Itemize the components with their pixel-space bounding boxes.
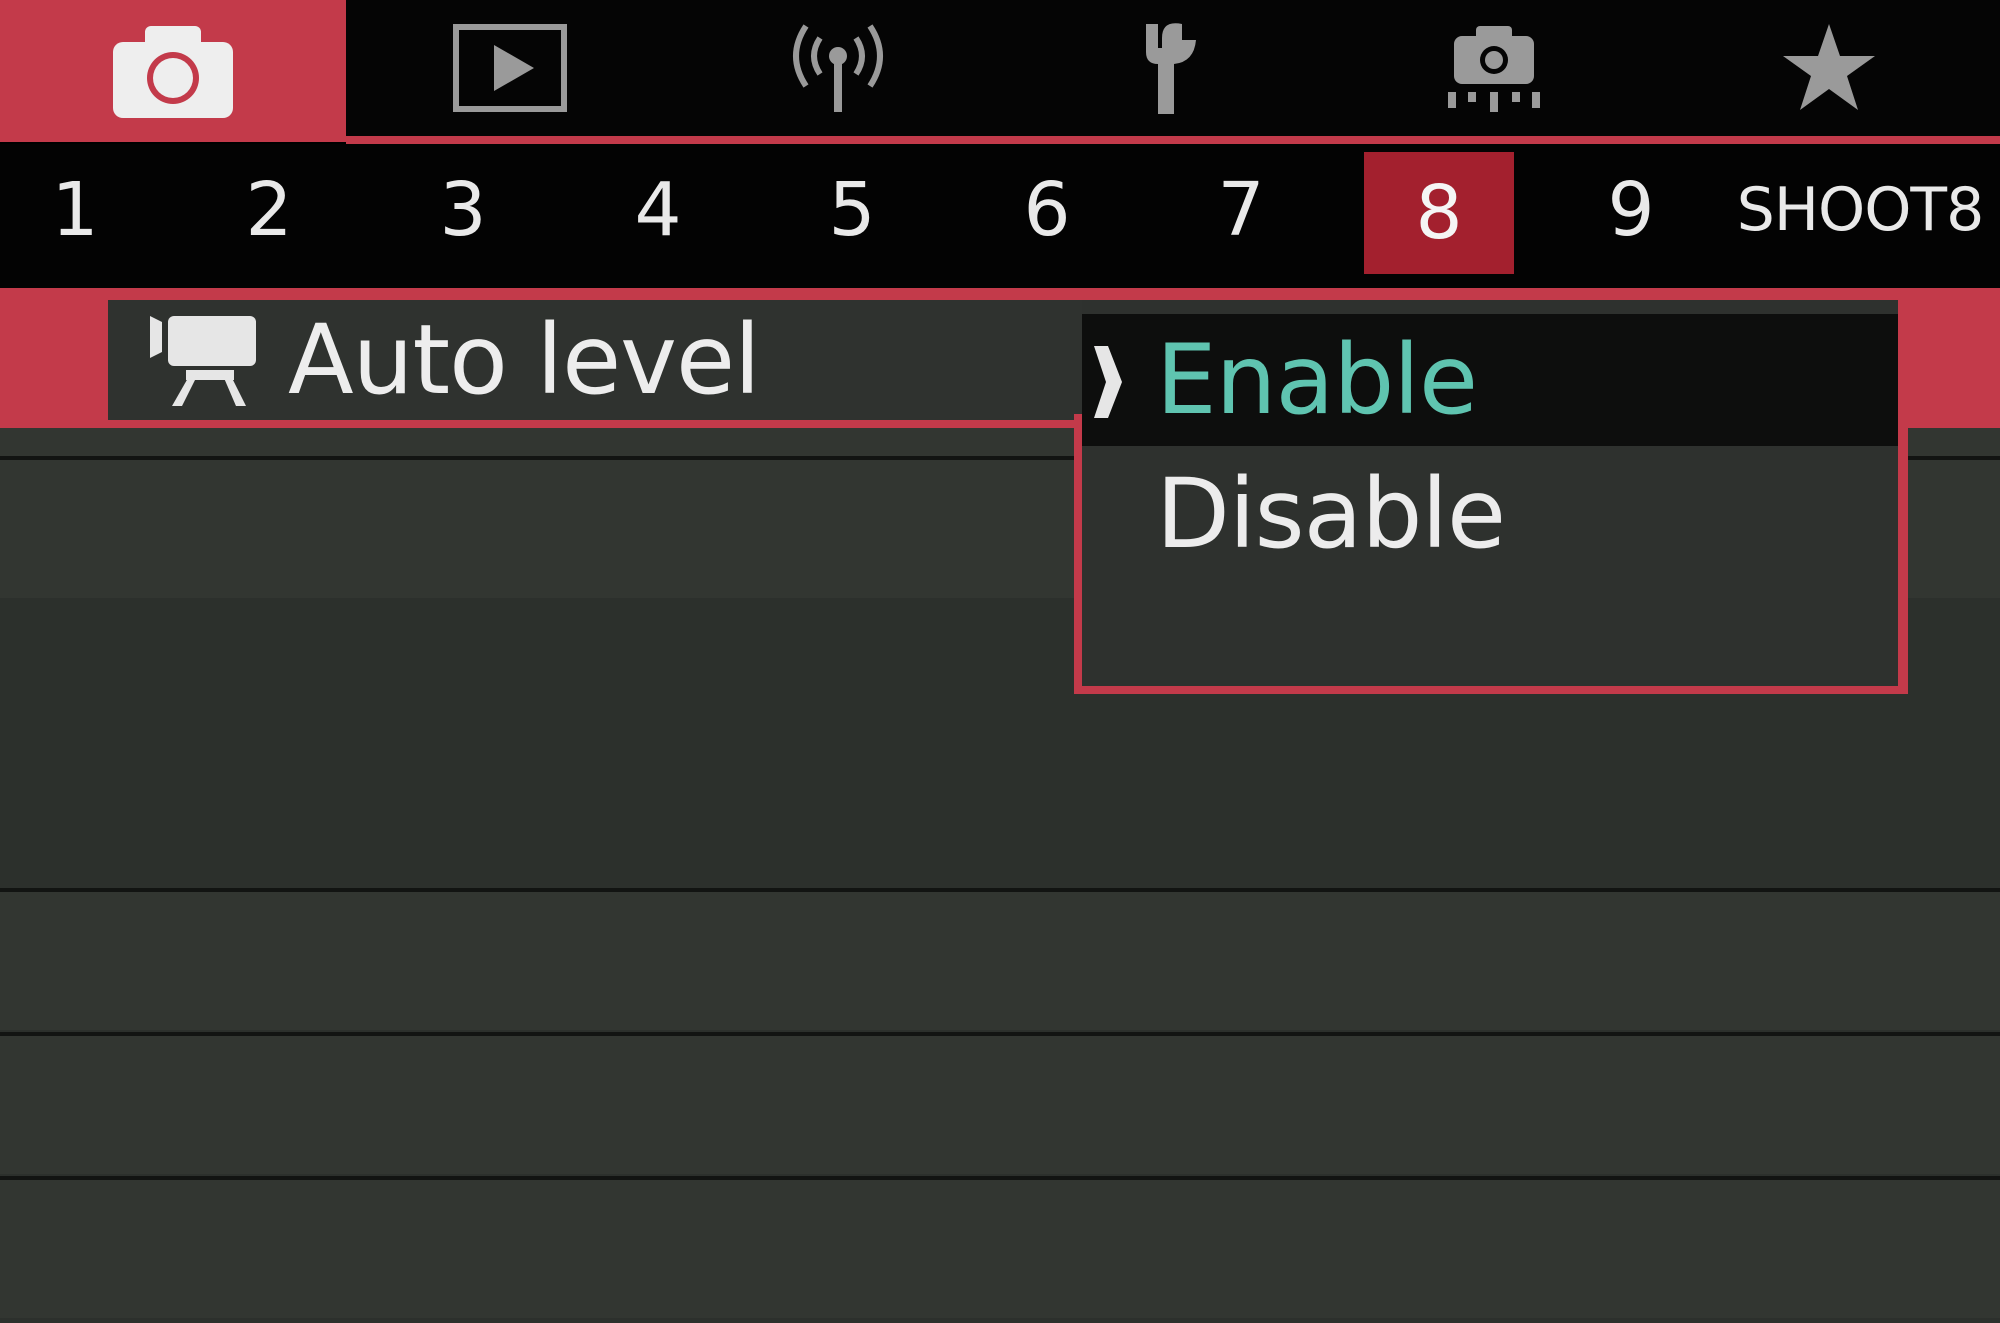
page-tab-6[interactable]: 6 [992,150,1102,270]
menu-item-label: Auto level [288,304,761,416]
page-title: SHOOT8 [1736,175,1984,245]
selection-cursor-icon [1094,346,1122,418]
category-underline [346,136,2000,144]
page-tab-3[interactable]: 3 [408,150,518,270]
page-tab-2[interactable]: 2 [214,150,324,270]
tab-setup[interactable] [1002,0,1330,136]
movie-tripod-icon [150,316,256,406]
tab-my-menu[interactable] [1658,0,2000,136]
playback-icon [453,24,567,112]
page-tab-7[interactable]: 7 [1186,150,1296,270]
tab-shooting[interactable] [0,0,346,142]
tab-playback[interactable] [346,0,674,136]
option-enable-label: Enable [1156,324,1478,436]
my-menu-star-icon [1783,24,1875,110]
wireless-icon [793,24,883,112]
empty-menu-row [0,888,2000,1030]
page-tab-4[interactable]: 4 [603,150,713,270]
page-tab-9[interactable]: 9 [1576,150,1686,270]
page-tab-5[interactable]: 5 [797,150,907,270]
camera-shooting-icon [113,26,233,118]
tab-wireless[interactable] [674,0,1002,136]
option-disable[interactable]: Disable [1082,446,1898,686]
option-disable-label: Disable [1156,458,1506,570]
page-tab-1[interactable]: 1 [20,150,130,270]
custom-functions-camera-icon [1448,26,1540,112]
empty-menu-row [0,1176,2000,1318]
page-tab-8[interactable]: 8 [1364,152,1514,274]
empty-menu-row [0,1032,2000,1174]
category-tab-bar [0,0,2000,144]
option-enable[interactable]: Enable [1082,314,1898,446]
wrench-setup-icon [1146,23,1196,114]
menu-item-auto-level[interactable]: Auto level [108,300,1084,420]
tab-custom-functions[interactable] [1330,0,1658,136]
